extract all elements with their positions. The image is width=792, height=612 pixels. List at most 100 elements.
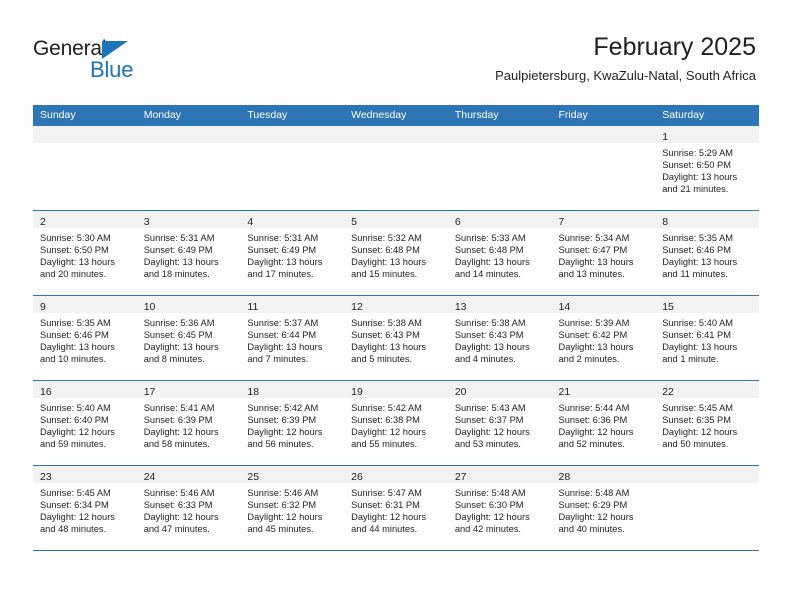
sunset-text: Sunset: 6:39 PM — [143, 415, 213, 426]
calendar-day-cell[interactable]: 18 Sunrise: 5:42 AM Sunset: 6:39 PM Dayligh… — [240, 380, 345, 466]
day-number-band: 13 — [447, 296, 552, 313]
calendar-day-cell[interactable]: 1 Sunrise: 5:29 AM Sunset: 6:50 PM Daylight… — [655, 126, 759, 211]
general-blue-logo[interactable]: General Blue — [33, 38, 163, 84]
sunrise-text: Sunrise: 5:30 AM — [40, 233, 111, 243]
sunset-text: Sunset: 6:43 PM — [454, 330, 524, 341]
day-number: 20 — [454, 386, 467, 398]
calendar-day-cell[interactable]: 8 Sunrise: 5:35 AM Sunset: 6:46 PM Daylight… — [655, 210, 759, 296]
calendar-day-cell-empty — [551, 126, 656, 211]
daylight-text-line2: and 1 minute. — [662, 354, 719, 365]
day-number-band: 24 — [136, 466, 241, 483]
daylight-text-line2: and 10 minutes. — [40, 354, 107, 365]
calendar-day-cell[interactable]: 15 Sunrise: 5:40 AM Sunset: 6:41 PM Dayligh… — [655, 295, 759, 381]
daylight-text-line2: and 56 minutes. — [247, 439, 314, 450]
day-number: 24 — [143, 471, 156, 483]
day-number-band: 7 — [551, 211, 656, 228]
calendar-day-cell[interactable]: 28 Sunrise: 5:48 AM Sunset: 6:29 PM Dayligh… — [551, 465, 656, 551]
daylight-text-line1: Daylight: 12 hours — [143, 512, 219, 523]
calendar-day-cell[interactable]: 5 Sunrise: 5:32 AM Sunset: 6:48 PM Daylight… — [344, 210, 448, 296]
daylight-text-line2: and 20 minutes. — [40, 269, 107, 280]
daylight-text-line2: and 53 minutes. — [454, 439, 521, 450]
daylight-text-line1: Daylight: 13 hours — [454, 257, 530, 268]
calendar-day-cell[interactable]: 22 Sunrise: 5:45 AM Sunset: 6:35 PM Dayligh… — [655, 380, 759, 466]
logo-text-blue: Blue — [90, 57, 134, 82]
daylight-text-line2: and 44 minutes. — [351, 524, 418, 535]
sunset-text: Sunset: 6:43 PM — [351, 330, 420, 341]
sunset-text: Sunset: 6:49 PM — [247, 245, 317, 256]
daylight-text-line1: Daylight: 12 hours — [454, 512, 530, 523]
calendar-day-cell[interactable]: 12 Sunrise: 5:38 AM Sunset: 6:43 PM Dayligh… — [344, 295, 448, 381]
daylight-text-line1: Daylight: 13 hours — [143, 257, 219, 268]
day-number-band: 10 — [136, 296, 241, 313]
calendar-day-cell-empty — [33, 126, 137, 211]
daylight-text-line1: Daylight: 12 hours — [454, 427, 530, 438]
calendar-day-cell-empty — [447, 126, 552, 211]
calendar-day-cell[interactable]: 2 Sunrise: 5:30 AM Sunset: 6:50 PM Daylight… — [33, 210, 137, 296]
calendar-day-cell[interactable]: 13 Sunrise: 5:38 AM Sunset: 6:43 PM Dayligh… — [447, 295, 552, 381]
calendar-day-cell[interactable]: 3 Sunrise: 5:31 AM Sunset: 6:49 PM Daylight… — [136, 210, 241, 296]
calendar-grid: Sunday Monday Tuesday Wednesday Thursday… — [33, 105, 759, 551]
sunrise-text: Sunrise: 5:45 AM — [40, 488, 111, 498]
sunrise-text: Sunrise: 5:47 AM — [351, 488, 422, 498]
daylight-text-line1: Daylight: 13 hours — [351, 257, 427, 268]
calendar-day-cell-empty — [655, 465, 759, 551]
day-number-band: 21 — [551, 381, 656, 398]
calendar-day-cell[interactable]: 21 Sunrise: 5:44 AM Sunset: 6:36 PM Dayligh… — [551, 380, 656, 466]
day-number-band: 3 — [136, 211, 241, 228]
day-detail: Sunrise: 5:31 AM Sunset: 6:49 PM Daylight:… — [137, 228, 241, 280]
day-detail: Sunrise: 5:30 AM Sunset: 6:50 PM Daylight:… — [33, 228, 137, 280]
day-number-band: 1 — [655, 126, 759, 143]
sunrise-text: Sunrise: 5:46 AM — [247, 488, 319, 498]
calendar-day-cell[interactable]: 14 Sunrise: 5:39 AM Sunset: 6:42 PM Dayligh… — [551, 295, 656, 381]
calendar-day-cell[interactable]: 10 Sunrise: 5:36 AM Sunset: 6:45 PM Dayligh… — [136, 295, 241, 381]
calendar-day-cell[interactable]: 11 Sunrise: 5:37 AM Sunset: 6:44 PM Dayligh… — [240, 295, 345, 381]
day-detail: Sunrise: 5:38 AM Sunset: 6:43 PM Daylight:… — [344, 313, 448, 365]
weekday-header-sunday: Sunday — [33, 105, 137, 126]
weekday-header-thursday: Thursday — [447, 105, 552, 126]
day-detail — [448, 143, 552, 147]
sunrise-text: Sunrise: 5:46 AM — [143, 488, 215, 498]
calendar-day-cell[interactable]: 17 Sunrise: 5:41 AM Sunset: 6:39 PM Dayligh… — [136, 380, 241, 466]
sunset-text: Sunset: 6:32 PM — [247, 500, 317, 511]
calendar-day-cell[interactable]: 19 Sunrise: 5:42 AM Sunset: 6:38 PM Dayligh… — [344, 380, 448, 466]
calendar-table: Sunday Monday Tuesday Wednesday Thursday… — [33, 105, 759, 551]
calendar-day-cell[interactable]: 23 Sunrise: 5:45 AM Sunset: 6:34 PM Dayligh… — [33, 465, 137, 551]
calendar-day-cell[interactable]: 24 Sunrise: 5:46 AM Sunset: 6:33 PM Dayligh… — [136, 465, 241, 551]
day-number-band: 16 — [33, 381, 137, 398]
calendar-day-cell[interactable]: 16 Sunrise: 5:40 AM Sunset: 6:40 PM Dayligh… — [33, 380, 137, 466]
sunrise-text: Sunrise: 5:41 AM — [143, 403, 215, 413]
sunrise-text: Sunrise: 5:34 AM — [558, 233, 630, 243]
calendar-day-cell[interactable]: 27 Sunrise: 5:48 AM Sunset: 6:30 PM Dayligh… — [447, 465, 552, 551]
day-number: 28 — [558, 471, 571, 483]
sunrise-text: Sunrise: 5:48 AM — [558, 488, 630, 498]
page-title: February 2025 — [593, 33, 756, 61]
daylight-text-line2: and 55 minutes. — [351, 439, 418, 450]
day-number: 3 — [143, 216, 150, 228]
calendar-day-cell[interactable]: 6 Sunrise: 5:33 AM Sunset: 6:48 PM Daylight… — [447, 210, 552, 296]
day-number: 19 — [351, 386, 363, 398]
day-detail: Sunrise: 5:40 AM Sunset: 6:41 PM Daylight:… — [655, 313, 759, 365]
day-number: 17 — [143, 386, 156, 398]
calendar-day-cell[interactable]: 26 Sunrise: 5:47 AM Sunset: 6:31 PM Dayligh… — [344, 465, 448, 551]
day-number-band: 9 — [33, 296, 137, 313]
day-detail: Sunrise: 5:43 AM Sunset: 6:37 PM Daylight:… — [448, 398, 552, 450]
calendar-day-cell[interactable]: 20 Sunrise: 5:43 AM Sunset: 6:37 PM Dayligh… — [447, 380, 552, 466]
day-number-band: 2 — [33, 211, 137, 228]
calendar-day-cell-empty — [136, 126, 241, 211]
day-number-band — [551, 126, 656, 143]
daylight-text-line1: Daylight: 12 hours — [247, 427, 323, 438]
calendar-day-cell[interactable]: 25 Sunrise: 5:46 AM Sunset: 6:32 PM Dayligh… — [240, 465, 345, 551]
day-number-band: 4 — [240, 211, 345, 228]
calendar-day-cell[interactable]: 4 Sunrise: 5:31 AM Sunset: 6:49 PM Daylight… — [240, 210, 345, 296]
day-number: 12 — [351, 301, 363, 313]
daylight-text-line1: Daylight: 13 hours — [143, 342, 219, 353]
day-detail: Sunrise: 5:38 AM Sunset: 6:43 PM Daylight:… — [448, 313, 552, 365]
calendar-day-cell[interactable]: 7 Sunrise: 5:34 AM Sunset: 6:47 PM Daylight… — [551, 210, 656, 296]
daylight-text-line1: Daylight: 12 hours — [40, 427, 115, 438]
daylight-text-line2: and 18 minutes. — [143, 269, 210, 280]
day-detail: Sunrise: 5:48 AM Sunset: 6:29 PM Daylight:… — [552, 483, 656, 535]
calendar-day-cell[interactable]: 9 Sunrise: 5:35 AM Sunset: 6:46 PM Daylight… — [33, 295, 137, 381]
day-detail: Sunrise: 5:42 AM Sunset: 6:38 PM Daylight:… — [344, 398, 448, 450]
daylight-text-line1: Daylight: 13 hours — [40, 257, 115, 268]
day-number: 10 — [143, 301, 156, 313]
